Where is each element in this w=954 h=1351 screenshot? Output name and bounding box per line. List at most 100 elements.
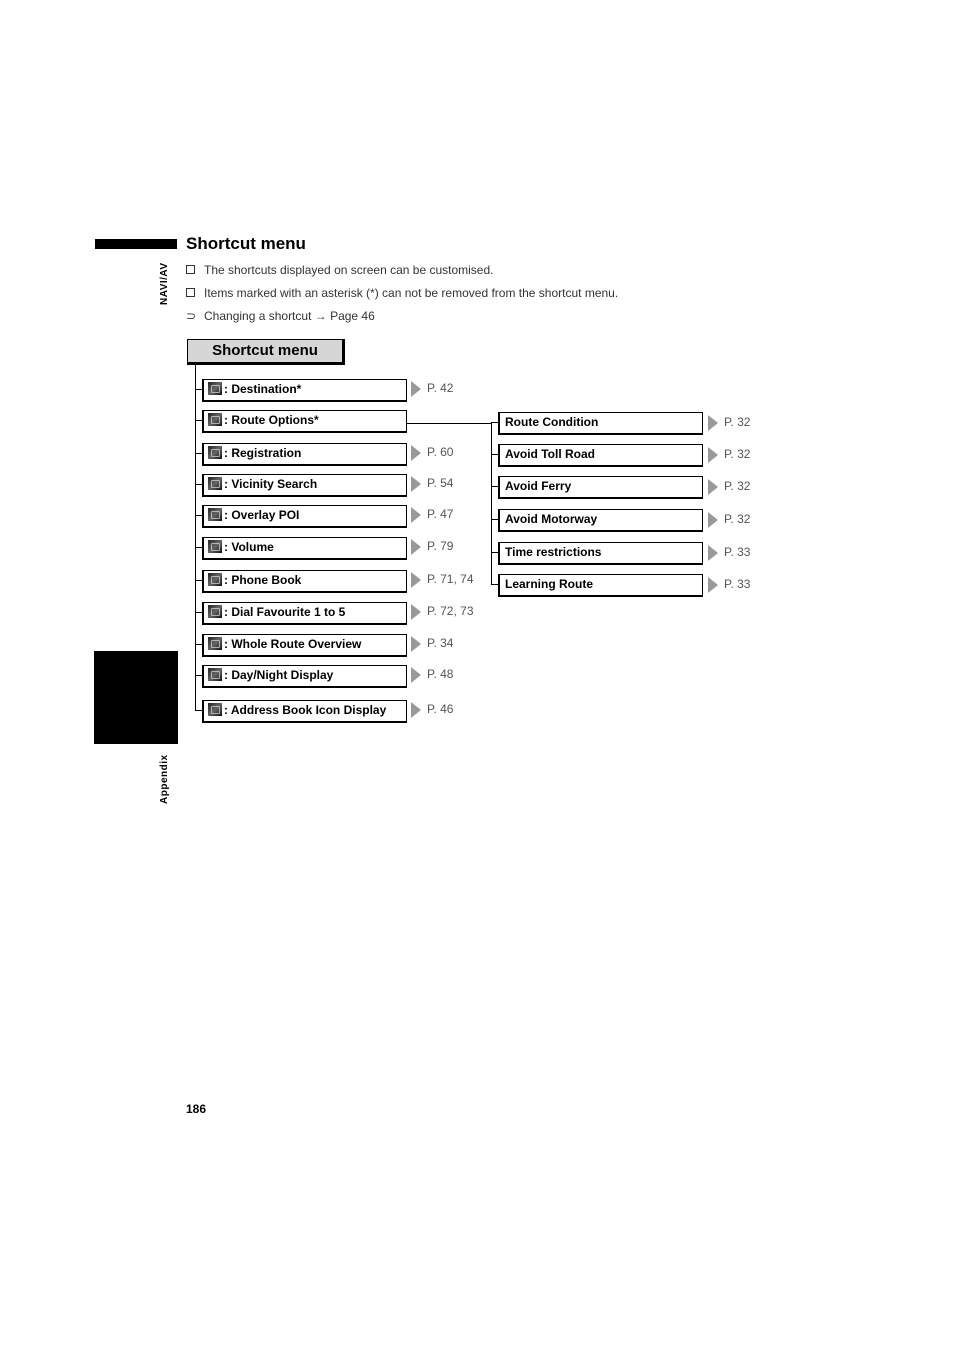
branch-line: [491, 454, 498, 455]
page-reference-text: P. 46: [427, 702, 454, 717]
page-reference: P. 54: [411, 476, 453, 492]
page-heading: Shortcut menu: [186, 234, 306, 253]
chapter-tab-block: [94, 651, 178, 744]
page-reference: P. 48: [411, 667, 453, 683]
branch-line: [195, 612, 202, 613]
menu-item-label: : Phone Book: [224, 573, 302, 587]
page-reference: P. 72, 73: [411, 604, 474, 620]
branch-line: [195, 675, 202, 676]
note-text: Changing a shortcut → Page 46: [204, 309, 375, 323]
note-item: Items marked with an asterisk (*) can no…: [186, 286, 618, 300]
dial-favourite-icon: [208, 605, 222, 618]
page-reference: P. 47: [411, 507, 453, 523]
branch-line: [195, 580, 202, 581]
checkbox-bullet-icon: [186, 288, 195, 297]
route-option-box: Learning Route: [498, 574, 703, 597]
branch-line: [195, 453, 202, 454]
menu-item-box: : Whole Route Overview: [202, 634, 407, 657]
menu-item-label: : Route Options*: [224, 413, 319, 427]
menu-item-box: : Vicinity Search: [202, 474, 407, 497]
page-reference: P. 79: [411, 539, 453, 555]
page-reference: P. 71, 74: [411, 572, 474, 588]
page-reference-text: P. 79: [427, 539, 454, 554]
destination-icon: [208, 382, 222, 395]
whole-route-overview-icon: [208, 637, 222, 650]
triangle-pointer-icon: [411, 381, 421, 397]
menu-item-label: : Registration: [224, 446, 302, 460]
branch-line: [491, 584, 498, 585]
triangle-pointer-icon: [708, 447, 718, 463]
menu-item-label: : Day/Night Display: [224, 668, 334, 682]
branch-line: [195, 547, 202, 548]
branch-line: [195, 420, 202, 421]
page-reference-text: P. 32: [724, 415, 751, 430]
triangle-pointer-icon: [708, 577, 718, 593]
triangle-pointer-icon: [411, 476, 421, 492]
menu-item-box: : Registration: [202, 443, 407, 466]
arrow-reference-icon: ⊃: [186, 309, 197, 323]
connector-line: [407, 423, 492, 424]
page-reference: P. 33: [708, 577, 750, 593]
page-reference-text: P. 54: [427, 476, 454, 491]
page-reference-text: P. 34: [427, 636, 454, 651]
route-option-box: Route Condition: [498, 412, 703, 435]
page-reference: P. 46: [411, 702, 453, 718]
menu-item-box: : Day/Night Display: [202, 665, 407, 688]
note-text: The shortcuts displayed on screen can be…: [204, 263, 494, 277]
menu-item-label: : Vicinity Search: [224, 477, 318, 491]
route-option-box: Avoid Toll Road: [498, 444, 703, 467]
diagram-root-box: Shortcut menu: [187, 339, 345, 365]
page-reference: P. 32: [708, 512, 750, 528]
trunk-line: [195, 364, 196, 710]
page-reference-text: P. 42: [427, 381, 454, 396]
note-item: The shortcuts displayed on screen can be…: [186, 263, 494, 277]
overlay-poi-icon: [208, 508, 222, 521]
branch-line: [491, 519, 498, 520]
page-reference-text: P. 32: [724, 479, 751, 494]
note-item: ⊃ Changing a shortcut → Page 46: [186, 309, 375, 323]
vicinity-search-icon: [208, 477, 222, 490]
menu-item-label: : Address Book Icon Display: [224, 703, 387, 717]
route-option-box: Avoid Ferry: [498, 476, 703, 499]
page-reference-text: P. 33: [724, 545, 751, 560]
page-reference: P. 32: [708, 479, 750, 495]
page-reference-text: P. 47: [427, 507, 454, 522]
page-reference-text: P. 32: [724, 512, 751, 527]
menu-item-box: : Volume: [202, 537, 407, 560]
triangle-pointer-icon: [411, 702, 421, 718]
page-reference-text: P. 32: [724, 447, 751, 462]
menu-item-label: : Dial Favourite 1 to 5: [224, 605, 346, 619]
branch-line: [491, 422, 498, 423]
menu-item-box: : Address Book Icon Display: [202, 700, 407, 723]
page-reference-text: P. 48: [427, 667, 454, 682]
page-number: 186: [186, 1102, 207, 1116]
menu-item-box: : Overlay POI: [202, 505, 407, 528]
note-text: Items marked with an asterisk (*) can no…: [204, 286, 619, 300]
triangle-pointer-icon: [411, 572, 421, 588]
route-option-box: Avoid Motorway: [498, 509, 703, 532]
page-reference-text: P. 71, 74: [427, 572, 474, 587]
page-reference: P. 32: [708, 447, 750, 463]
route-options-icon: [208, 413, 222, 426]
section-tab-label: NAVI/AV: [159, 262, 170, 305]
registration-icon: [208, 446, 222, 459]
triangle-pointer-icon: [411, 604, 421, 620]
triangle-pointer-icon: [708, 545, 718, 561]
route-option-box: Time restrictions: [498, 542, 703, 565]
page-reference-text: P. 60: [427, 445, 454, 460]
triangle-pointer-icon: [411, 539, 421, 555]
page-reference: P. 42: [411, 381, 453, 397]
triangle-pointer-icon: [708, 415, 718, 431]
menu-item-label: : Destination*: [224, 382, 302, 396]
menu-item-box: : Phone Book: [202, 570, 407, 593]
phone-book-icon: [208, 573, 222, 586]
address-book-icon-display-icon: [208, 703, 222, 716]
branch-line: [491, 486, 498, 487]
branch-line: [195, 515, 202, 516]
menu-item-label: : Volume: [224, 540, 274, 554]
menu-item-label: : Whole Route Overview: [224, 637, 362, 651]
branch-line: [195, 484, 202, 485]
menu-item-box: : Destination*: [202, 379, 407, 402]
page-reference-text: P. 72, 73: [427, 604, 474, 619]
triangle-pointer-icon: [708, 479, 718, 495]
